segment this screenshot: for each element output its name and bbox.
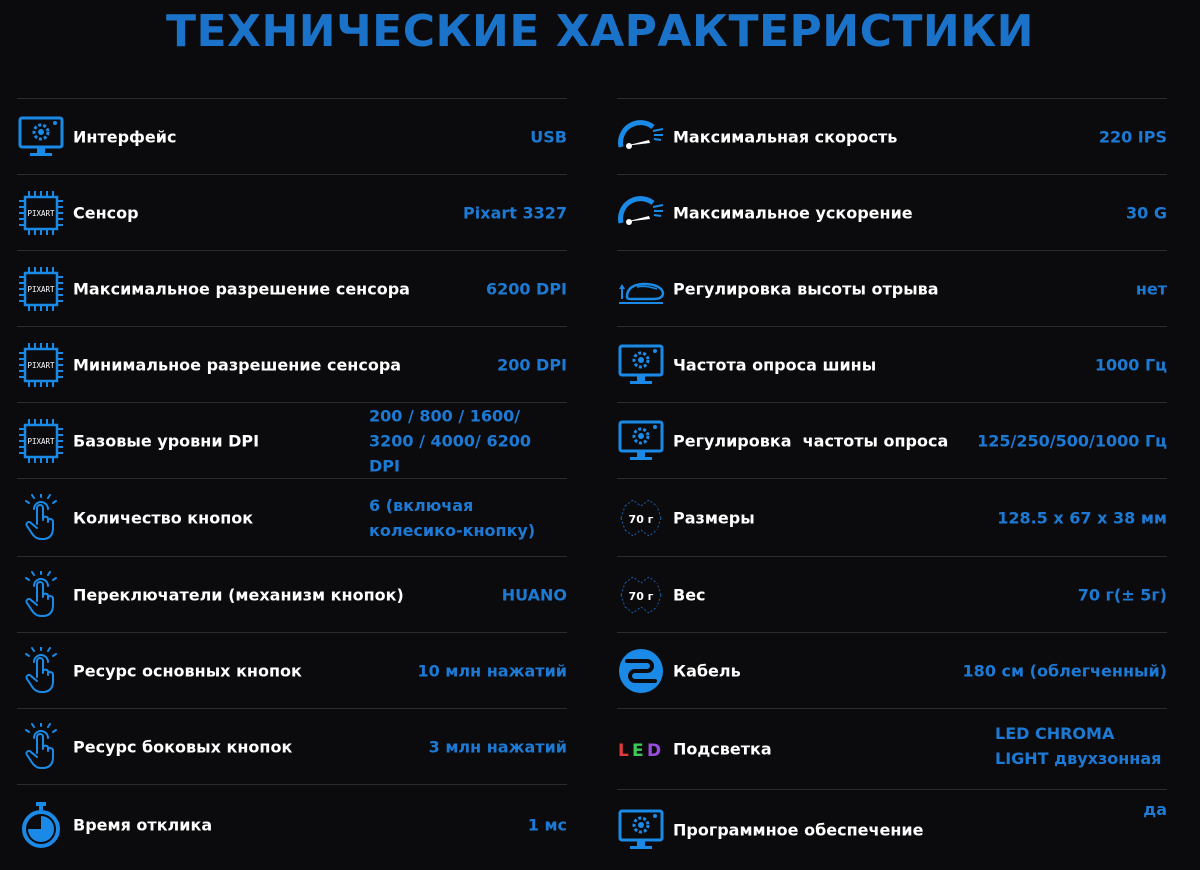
led-letter-l: L: [618, 741, 629, 761]
spec-label: Программное обеспечение: [673, 820, 924, 840]
spec-row: Кабель 180 см (облегченный): [617, 632, 1167, 708]
chip-icon: PIXART: [17, 189, 65, 237]
weight-badge-text: 70 г: [629, 513, 654, 526]
spec-label: Подсветка: [673, 739, 772, 759]
monitor-gear-icon: [617, 806, 665, 854]
led-letter-d: D: [647, 741, 661, 761]
chip-text: PIXART: [27, 361, 55, 370]
spec-row: Интерфейс USB: [17, 98, 567, 174]
spec-value: HUANO: [501, 585, 567, 604]
spec-value: нет: [1135, 279, 1167, 298]
spec-label: Ресурс основных кнопок: [73, 661, 302, 680]
spec-value: 6200 DPI: [485, 279, 567, 298]
spec-row: PIXART Минимальное разрешение сенсора 20…: [17, 326, 567, 402]
left-spec-list: Интерфейс USB PIXART Сенсор Pixart 3327 …: [17, 98, 567, 865]
spec-row: Максимальная скорость 220 IPS: [617, 98, 1167, 174]
page-title: ТЕХНИЧЕСКИЕ ХАРАКТЕРИСТИКИ: [165, 6, 1034, 57]
spec-label: Максимальное ускорение: [673, 203, 913, 222]
chip-text: PIXART: [27, 209, 55, 218]
spec-label: Кабель: [673, 661, 741, 680]
spec-row: Ресурс основных кнопок 10 млн нажатий: [17, 632, 567, 708]
led-letter-e: E: [632, 741, 644, 761]
spec-label: Количество кнопок: [73, 508, 254, 527]
chip-icon: PIXART: [17, 417, 65, 465]
spec-label: Регулировка частоты опроса: [673, 431, 949, 450]
spec-value: да: [1143, 800, 1167, 819]
spec-row: 70 г Вес 70 г(± 5г): [617, 556, 1167, 632]
speedometer-icon: [617, 113, 665, 161]
spec-value: 220 IPS: [1098, 127, 1167, 146]
spec-value: 6 (включая колесико-кнопку): [369, 496, 536, 540]
speedometer-icon: [617, 189, 665, 237]
spec-value: USB: [530, 127, 567, 146]
spec-label: Интерфейс: [73, 127, 177, 146]
spec-row: LED Подсветка LED CHROMA LIGHT двухзонна…: [617, 708, 1167, 789]
chip-text: PIXART: [27, 285, 55, 294]
mouse-lift-icon: [617, 265, 665, 313]
cable-icon: [617, 647, 665, 695]
finger-tap-icon: [17, 570, 65, 619]
spec-label: Базовые уровни DPI: [73, 431, 260, 450]
spec-value: Pixart 3327: [463, 203, 567, 222]
spec-row: Время отклика 1 мс: [17, 784, 567, 865]
spec-row: Количество кнопок 6 (включая колесико-кн…: [17, 478, 567, 556]
spec-value: 200 DPI: [497, 355, 567, 374]
spec-label: Время отклика: [73, 815, 213, 835]
spec-label: Вес: [673, 585, 706, 604]
spec-label: Максимальная скорость: [673, 127, 898, 146]
right-spec-list: Максимальная скорость 220 IPS Максимальн…: [617, 98, 1167, 870]
spec-label: Частота опроса шины: [673, 355, 877, 374]
spec-row: PIXART Максимальное разрешение сенсора 6…: [17, 250, 567, 326]
monitor-gear-icon: [617, 417, 665, 465]
spec-value: LED CHROMA LIGHT двухзонная: [995, 724, 1162, 768]
spec-label: Минимальное разрешение сенсора: [73, 355, 402, 374]
spec-label: Ресурс боковых кнопок: [73, 737, 293, 756]
spec-label: Сенсор: [73, 203, 139, 222]
chip-icon: PIXART: [17, 341, 65, 389]
chip-text: PIXART: [27, 437, 55, 446]
spec-row: Программное обеспечение да: [617, 789, 1167, 870]
chip-icon: PIXART: [17, 265, 65, 313]
weight-badge-text: 70 г: [629, 590, 654, 603]
finger-tap-icon: [17, 646, 65, 695]
spec-row: Ресурс боковых кнопок 3 млн нажатий: [17, 708, 567, 784]
spec-value: 10 млн нажатий: [417, 661, 567, 680]
weight-badge-icon: 70 г: [617, 571, 665, 619]
spec-row: Максимальное ускорение 30 G: [617, 174, 1167, 250]
spec-value: 200 / 800 / 1600/ 3200 / 4000/ 6200 DPI: [369, 406, 531, 475]
spec-label: Размеры: [673, 508, 755, 527]
finger-tap-icon: [17, 493, 65, 542]
spec-row: 70 г Размеры 128.5 x 67 x 38 мм: [617, 478, 1167, 556]
monitor-gear-icon: [17, 113, 65, 161]
spec-row: PIXART Базовые уровни DPI 200 / 800 / 16…: [17, 402, 567, 478]
spec-row: PIXART Сенсор Pixart 3327: [17, 174, 567, 250]
spec-value: 180 см (облегченный): [962, 661, 1167, 680]
spec-value: 1000 Гц: [1094, 355, 1167, 374]
spec-row: Регулировка частоты опроса 125/250/500/1…: [617, 402, 1167, 478]
spec-label: Максимальное разрешение сенсора: [73, 279, 410, 298]
spec-row: Частота опроса шины 1000 Гц: [617, 326, 1167, 402]
spec-label: Переключатели (механизм кнопок): [73, 585, 404, 604]
led-icon: LED: [617, 725, 665, 773]
spec-value: 70 г(± 5г): [1077, 585, 1167, 604]
spec-row: Переключатели (механизм кнопок) HUANO: [17, 556, 567, 632]
stopwatch-icon: [17, 801, 65, 849]
spec-value: 3 млн нажатий: [428, 737, 567, 756]
monitor-gear-icon: [617, 341, 665, 389]
spec-value: 30 G: [1126, 203, 1167, 222]
spec-value: 125/250/500/1000 Гц: [977, 431, 1167, 450]
spec-value: 1 мс: [527, 815, 567, 835]
weight-badge-icon: 70 г: [617, 494, 665, 542]
finger-tap-icon: [17, 722, 65, 771]
spec-value: 128.5 x 67 x 38 мм: [997, 508, 1167, 527]
spec-row: Регулировка высоты отрыва нет: [617, 250, 1167, 326]
spec-label: Регулировка высоты отрыва: [673, 279, 939, 298]
